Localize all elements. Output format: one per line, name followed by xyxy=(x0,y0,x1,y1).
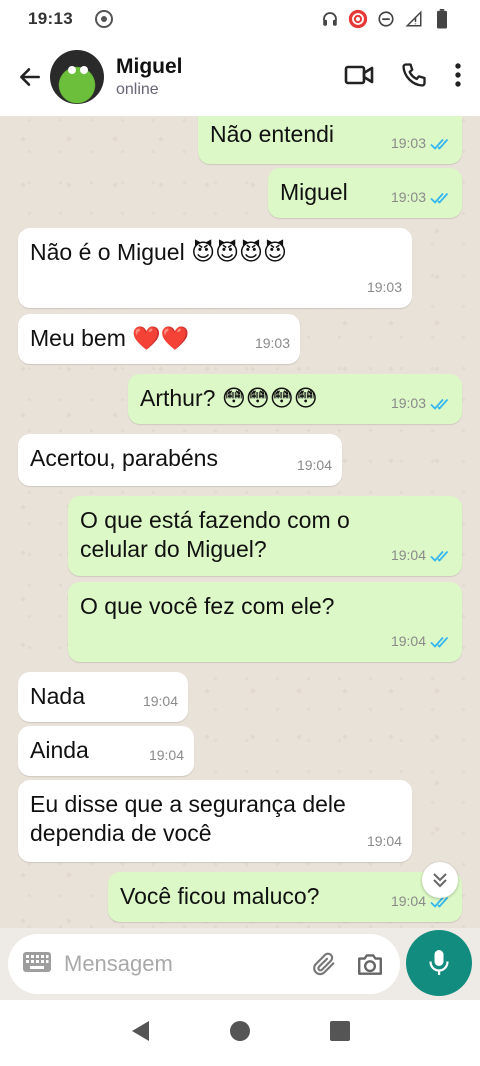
message-time: 19:04 xyxy=(390,893,426,909)
video-call-button[interactable] xyxy=(344,63,374,92)
contact-status: online xyxy=(116,81,159,98)
system-navigation-bar xyxy=(0,1000,480,1066)
message-bubble[interactable]: Eu disse que a segurança dele dependia d… xyxy=(18,780,412,862)
recording-indicator-icon xyxy=(348,9,368,29)
double-check-icon xyxy=(430,138,449,150)
message-bubble[interactable]: Meu bem ❤️❤️ 19:03 xyxy=(18,314,300,364)
message-bubble[interactable]: Ainda 19:04 xyxy=(18,726,194,776)
double-chevron-down-icon xyxy=(433,873,447,888)
square-recents-icon xyxy=(330,1020,350,1041)
kebab-menu-icon xyxy=(455,62,461,87)
nav-back-button[interactable] xyxy=(129,1019,151,1048)
status-time: 19:13 xyxy=(28,9,73,28)
signal-icon xyxy=(404,9,424,29)
message-time: 19:04 xyxy=(296,457,332,473)
double-check-icon xyxy=(430,398,449,410)
message-bubble[interactable]: Nada 19:04 xyxy=(18,672,188,722)
battery-icon xyxy=(432,9,452,29)
message-time: 19:03 xyxy=(254,335,290,351)
message-bubble[interactable]: Arthur? 😳😳😳😳 19:03 xyxy=(128,374,462,424)
double-check-icon xyxy=(430,550,449,562)
message-time: 19:04 xyxy=(148,747,184,763)
message-bubble[interactable]: Miguel 19:03 xyxy=(268,168,462,218)
message-bubble[interactable]: Não entendi 19:03 xyxy=(198,116,462,164)
message-bubble[interactable]: Não é o Miguel 😈😈😈😈 19:03 xyxy=(18,228,412,308)
attach-button[interactable] xyxy=(308,948,340,980)
message-time: 19:04 xyxy=(366,833,402,849)
contact-name: Miguel xyxy=(116,55,183,78)
video-camera-icon xyxy=(344,65,374,84)
message-input[interactable]: Mensagem xyxy=(8,934,400,994)
composer-bar: Mensagem xyxy=(0,928,480,1000)
camera-icon xyxy=(358,954,382,975)
message-bubble[interactable]: Acertou, parabéns 19:04 xyxy=(18,434,342,486)
phone-icon xyxy=(402,62,426,87)
message-list[interactable]: Não entendi 19:03 Miguel 19:03 Não é o M… xyxy=(0,116,480,928)
message-time: 19:03 xyxy=(390,135,426,151)
more-options-button[interactable] xyxy=(454,62,462,93)
message-bubble[interactable]: O que você fez com ele? 19:04 xyxy=(68,582,462,662)
message-time: 19:03 xyxy=(390,395,426,411)
message-bubble[interactable]: Você ficou maluco? 19:04 xyxy=(108,872,462,922)
message-time: 19:03 xyxy=(366,279,402,295)
nav-recents-button[interactable] xyxy=(329,1020,351,1047)
camera-button[interactable] xyxy=(354,948,386,980)
paperclip-icon xyxy=(313,952,335,976)
message-time: 19:03 xyxy=(390,189,426,205)
double-check-icon xyxy=(430,636,449,648)
status-bar: 19:13 xyxy=(0,0,480,38)
microphone-icon xyxy=(429,950,449,975)
headset-icon xyxy=(320,9,340,29)
message-text: O que você fez com ele? xyxy=(80,593,335,619)
nav-home-button[interactable] xyxy=(229,1020,251,1047)
arrow-left-icon xyxy=(20,68,40,86)
message-placeholder: Mensagem xyxy=(64,951,173,976)
chat-header: Miguel online xyxy=(0,38,480,116)
contact-info[interactable]: Miguel online xyxy=(116,55,183,99)
message-text: Eu disse que a segurança dele dependia d… xyxy=(30,791,346,846)
triangle-back-icon xyxy=(132,1020,149,1041)
message-time: 19:04 xyxy=(390,547,426,563)
screen-record-icon xyxy=(94,10,113,28)
double-check-icon xyxy=(430,192,449,204)
avatar[interactable] xyxy=(50,50,104,104)
message-time: 19:04 xyxy=(142,693,178,709)
circle-home-icon xyxy=(230,1020,250,1041)
message-text: Acertou, parabéns xyxy=(30,445,218,471)
keyboard-icon[interactable] xyxy=(22,951,52,978)
back-button[interactable] xyxy=(10,57,50,97)
scroll-to-bottom-button[interactable] xyxy=(422,862,458,898)
do-not-disturb-icon xyxy=(376,9,396,29)
message-text: Meu bem ❤️❤️ xyxy=(30,325,190,351)
message-time: 19:04 xyxy=(390,633,426,649)
voice-call-button[interactable] xyxy=(400,61,428,94)
message-bubble[interactable]: O que está fazendo com o celular do Migu… xyxy=(68,496,462,576)
voice-message-button[interactable] xyxy=(406,930,472,996)
message-text: Não é o Miguel 😈😈😈😈 xyxy=(30,239,287,265)
